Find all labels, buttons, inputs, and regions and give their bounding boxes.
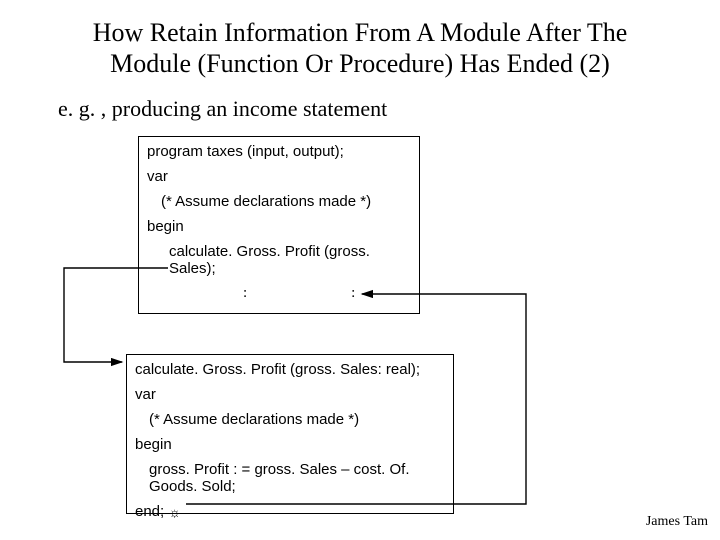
colon-icon: : <box>243 285 247 302</box>
example-subtitle: e. g. , producing an income statement <box>58 96 387 122</box>
code-line: (* Assume declarations made *) <box>135 411 445 428</box>
code-line: begin <box>147 218 411 235</box>
code-line: program taxes (input, output); <box>147 143 411 160</box>
code-line: calculate. Gross. Profit (gross. Sales: … <box>135 361 445 378</box>
code-line-call: calculate. Gross. Profit (gross. Sales); <box>147 243 411 277</box>
ellipsis-colons: : : <box>147 285 411 302</box>
code-line: var <box>147 168 411 185</box>
code-line: (* Assume declarations made *) <box>147 193 411 210</box>
slide: How Retain Information From A Module Aft… <box>0 0 720 540</box>
sun-icon: ☼ <box>168 504 181 520</box>
colon-icon: : <box>351 285 355 302</box>
code-line: var <box>135 386 445 403</box>
title-line-2: Module (Function Or Procedure) Has Ended… <box>110 49 610 78</box>
author-footer: James Tam <box>646 514 708 530</box>
title-line-1: How Retain Information From A Module Aft… <box>93 18 628 47</box>
slide-title: How Retain Information From A Module Aft… <box>0 18 720 79</box>
end-text: end; <box>135 503 168 520</box>
code-line: gross. Profit : = gross. Sales – cost. O… <box>135 461 445 495</box>
code-line: begin <box>135 436 445 453</box>
code-line-end: end; ☼ <box>135 503 445 520</box>
procedure-box: calculate. Gross. Profit (gross. Sales: … <box>126 354 454 514</box>
main-program-box: program taxes (input, output); var (* As… <box>138 136 420 314</box>
